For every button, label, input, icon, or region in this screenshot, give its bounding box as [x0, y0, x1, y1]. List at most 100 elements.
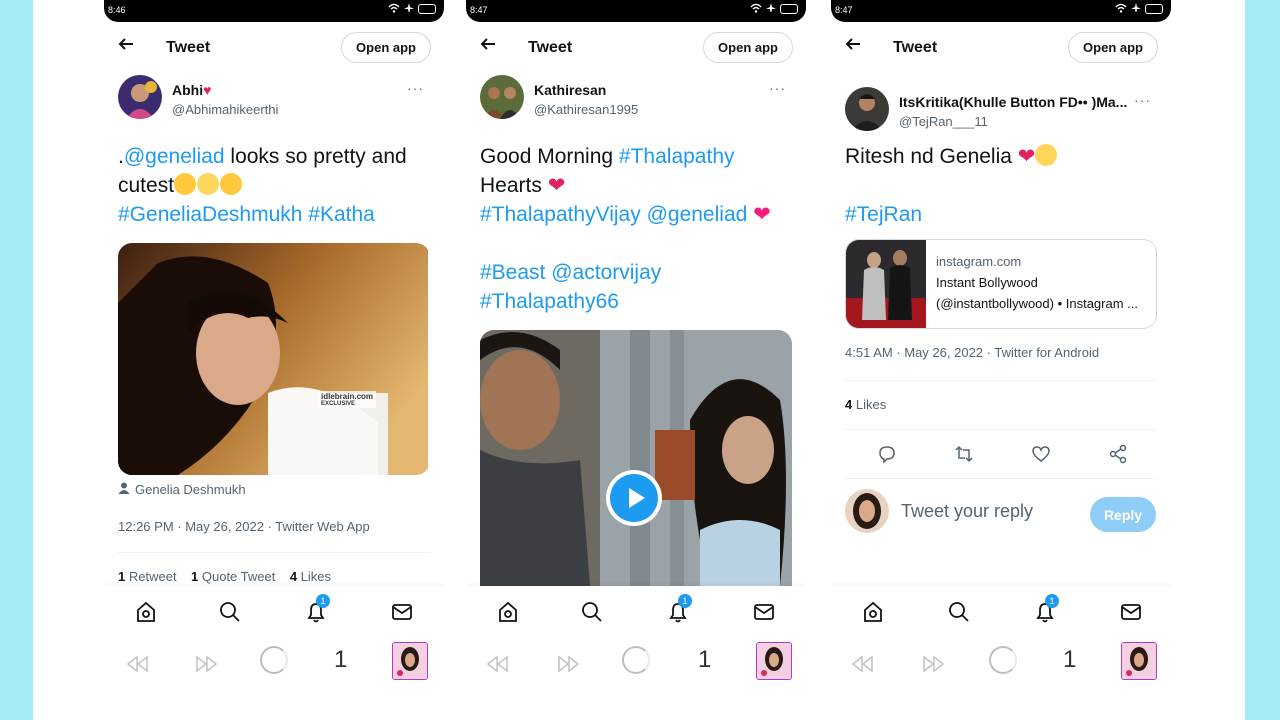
two-hearts-emoji-icon: ❤: [753, 203, 771, 226]
retweet-icon[interactable]: [954, 444, 974, 469]
mail-icon[interactable]: [390, 600, 414, 624]
tweet-text-part: cutest: [118, 174, 175, 197]
tab-count[interactable]: 1: [334, 646, 347, 674]
home-icon[interactable]: [134, 600, 158, 624]
play-icon: [610, 474, 658, 522]
divider: [845, 380, 1157, 381]
back-arrow-icon[interactable]: [118, 36, 134, 56]
play-button[interactable]: [606, 470, 662, 526]
more-options-icon[interactable]: ···: [407, 80, 424, 96]
open-app-button[interactable]: Open app: [703, 32, 793, 63]
right-backdrop: [1245, 0, 1280, 720]
tab-thumbnail[interactable]: [756, 642, 792, 680]
airplane-icon: [766, 3, 776, 15]
tweet-photo[interactable]: idlebrain.com EXCLUSIVE: [118, 243, 430, 475]
link-domain: instagram.com: [936, 254, 1022, 269]
home-icon[interactable]: [496, 600, 520, 624]
tab-thumbnail[interactable]: [1121, 642, 1157, 680]
avatar[interactable]: [845, 87, 889, 131]
likes-count: 4: [289, 569, 298, 584]
link-subtitle: (@instantbollywood) • Instagram ...: [936, 296, 1138, 311]
tab-count[interactable]: 1: [698, 646, 711, 674]
open-app-button[interactable]: Open app: [341, 32, 431, 63]
tweet-timestamp: 4:51 AM · May 26, 2022 · Twitter for And…: [845, 345, 1100, 360]
quotes-label: Quote Tweet: [201, 569, 276, 584]
more-options-icon[interactable]: ···: [769, 80, 786, 96]
hashtag-link[interactable]: #Thalapathy66: [480, 290, 619, 313]
share-icon[interactable]: [1108, 444, 1128, 469]
hashtag-link[interactable]: #Beast: [480, 261, 545, 284]
retweets-stat[interactable]: 1 Retweet: [118, 569, 177, 584]
forward-icon[interactable]: [921, 654, 945, 680]
author-handle[interactable]: @Kathiresan1995: [534, 102, 638, 117]
page-title: Tweet: [893, 39, 938, 56]
reload-icon[interactable]: [260, 646, 288, 674]
phone-screen-3: 8:47 Tweet Open app ItsKritika(Khulle Bu…: [831, 0, 1171, 720]
heart-eyes-emoji-icon: [220, 173, 243, 195]
forward-icon[interactable]: [194, 654, 218, 680]
back-arrow-icon[interactable]: [480, 36, 496, 56]
notification-badge: 1: [678, 594, 692, 608]
like-icon[interactable]: [1031, 444, 1051, 469]
wifi-icon: [1115, 3, 1127, 15]
tweet-text: Ritesh nd Genelia ❤ #TejRan: [831, 142, 1171, 229]
hashtag-link[interactable]: #TejRan: [845, 203, 922, 226]
rewind-icon[interactable]: [126, 654, 150, 680]
tweet-text-part: Ritesh nd Genelia: [845, 145, 1012, 168]
forward-icon[interactable]: [556, 654, 580, 680]
reply-icon[interactable]: [877, 444, 897, 469]
page-title: Tweet: [166, 39, 211, 56]
avatar: [845, 489, 889, 533]
bottom-nav: 1: [104, 586, 444, 640]
author-name[interactable]: ItsKritika(Khulle Button FD•• )Ma...: [899, 94, 1127, 110]
mail-icon[interactable]: [1119, 600, 1143, 624]
likes-stat[interactable]: 4 Likes: [831, 397, 1171, 412]
reload-icon[interactable]: [989, 646, 1017, 674]
hashtag-link[interactable]: #Katha: [308, 203, 375, 226]
tagged-user[interactable]: Genelia Deshmukh: [104, 482, 444, 497]
tweet-video[interactable]: [480, 330, 792, 586]
airplane-icon: [1131, 3, 1141, 15]
author-handle[interactable]: @TejRan___11: [899, 114, 988, 129]
search-icon[interactable]: [947, 600, 971, 624]
author-handle[interactable]: @Abhimahikeerthi: [172, 102, 278, 117]
back-arrow-icon[interactable]: [845, 36, 861, 56]
tweet-author: ItsKritika(Khulle Button FD•• )Ma... @Te…: [831, 84, 1171, 142]
author-name[interactable]: Abhi♥: [172, 82, 211, 98]
more-options-icon[interactable]: ···: [1134, 92, 1151, 108]
search-icon[interactable]: [580, 600, 604, 624]
reply-input[interactable]: Tweet your reply: [901, 501, 1033, 522]
watermark-subtext: EXCLUSIVE: [321, 401, 356, 407]
open-app-button[interactable]: Open app: [1068, 32, 1158, 63]
status-time: 8:46: [108, 5, 126, 15]
mention-link[interactable]: @actorvijay: [551, 261, 661, 284]
status-time: 8:47: [470, 5, 488, 15]
avatar[interactable]: [480, 75, 524, 119]
rewind-icon[interactable]: [851, 654, 875, 680]
wifi-icon: [750, 3, 762, 15]
hashtag-link[interactable]: #ThalapathyVijay: [480, 203, 641, 226]
avatar[interactable]: [118, 75, 162, 119]
tweet-text-part: Hearts: [480, 174, 542, 197]
hashtag-link[interactable]: #Thalapathy: [619, 145, 735, 168]
reply-button[interactable]: Reply: [1090, 497, 1156, 532]
mention-link[interactable]: @geneliad: [124, 145, 225, 168]
tab-thumbnail[interactable]: [392, 642, 428, 680]
mention-link[interactable]: @geneliad: [647, 203, 748, 226]
rewind-icon[interactable]: [486, 654, 510, 680]
mail-icon[interactable]: [752, 600, 776, 624]
quotes-stat[interactable]: 1 Quote Tweet: [191, 569, 275, 584]
retweets-label: Retweet: [128, 569, 177, 584]
tab-count[interactable]: 1: [1063, 646, 1076, 674]
author-name[interactable]: Kathiresan: [534, 82, 606, 98]
home-icon[interactable]: [861, 600, 885, 624]
battery-icon: [1145, 4, 1163, 14]
link-preview-card[interactable]: instagram.com Instant Bollywood (@instan…: [845, 239, 1157, 329]
reload-icon[interactable]: [622, 646, 650, 674]
rolling-eyes-emoji-icon: [197, 173, 220, 195]
likes-stat[interactable]: 4 Likes: [290, 569, 331, 584]
rolling-eyes-emoji-icon: [1035, 144, 1058, 166]
hashtag-link[interactable]: #GeneliaDeshmukh: [118, 203, 302, 226]
divider: [118, 552, 430, 553]
search-icon[interactable]: [218, 600, 242, 624]
